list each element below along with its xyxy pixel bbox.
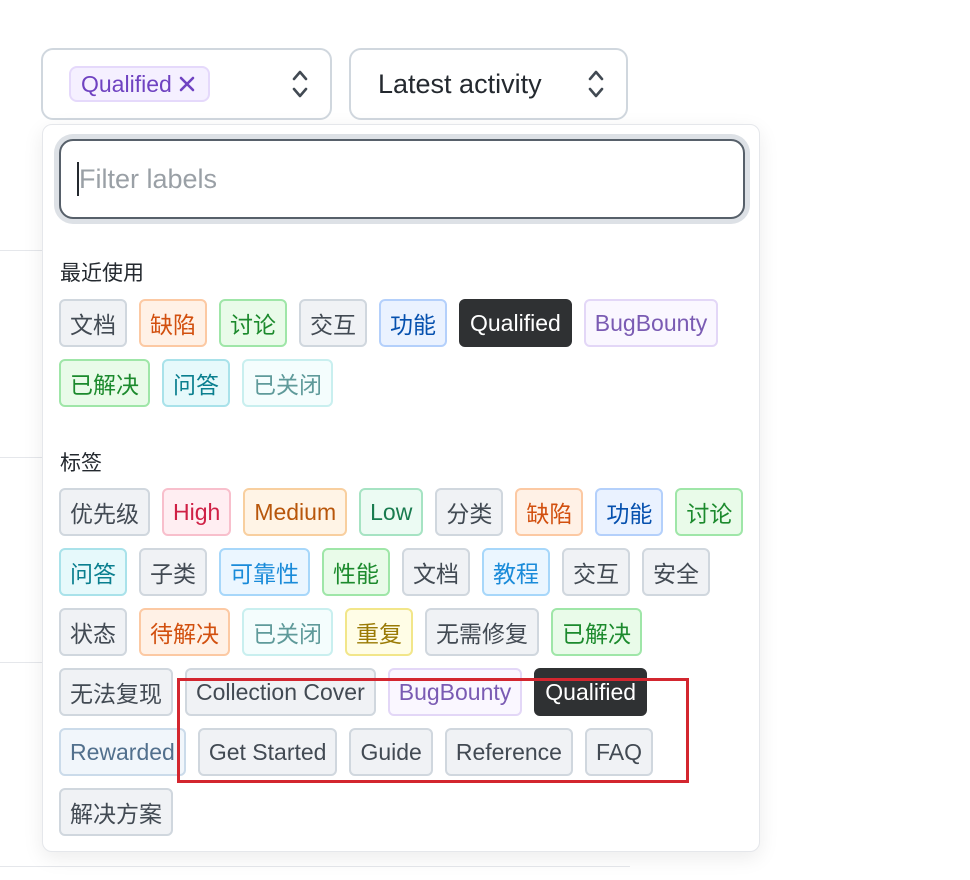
background-divider [0,457,42,458]
up-down-arrows-icon [292,69,308,99]
label-tag[interactable]: 可靠性 [219,548,310,596]
label-tag[interactable]: 交互 [562,548,630,596]
label-tag[interactable]: 已解决 [59,359,150,407]
recent-labels: 文档 缺陷 讨论 交互 功能 Qualified BugBounty 已解决 问答 已关闭 [59,299,749,407]
filter-labels-input[interactable] [59,139,745,219]
label-tag[interactable]: 文档 [402,548,470,596]
background-divider [0,250,42,251]
label-tag[interactable]: 分类 [435,488,504,536]
label-tag[interactable]: 文档 [59,299,127,347]
label-tag[interactable]: 状态 [59,608,127,656]
label-tag[interactable]: 已关闭 [242,608,333,656]
label-tag[interactable]: 功能 [595,488,664,536]
label-tag[interactable]: Get Started [197,728,338,776]
sort-select[interactable]: Latest activity [349,48,628,120]
label-tag[interactable]: 优先级 [59,488,150,536]
label-tag[interactable]: 缺陷 [515,488,584,536]
label-tag[interactable]: 性能 [322,548,390,596]
label-tag[interactable]: Reference [444,728,573,776]
x-icon[interactable] [178,75,196,93]
label-tag[interactable]: 待解决 [139,608,230,656]
labels-section-title: 标签 [60,452,102,475]
label-tag[interactable]: Guide [349,728,433,776]
label-tag[interactable]: FAQ [584,728,653,776]
selected-label-text: Qualified [81,70,172,97]
label-tag[interactable]: High [162,488,232,536]
label-tag[interactable]: 已解决 [551,608,642,656]
up-down-arrows-icon [588,69,604,99]
text-caret [77,162,79,196]
label-tag[interactable]: 无需修复 [425,608,539,656]
label-tag[interactable]: 安全 [642,548,710,596]
all-labels: 优先级 High Medium Low 分类 缺陷 功能 讨论问答 子类 可靠性 性能 文档 教程 交互安… [59,488,749,836]
label-tag[interactable]: 重复 [345,608,413,656]
recent-section-title: 最近使用 [60,262,144,285]
background-divider [0,866,630,867]
label-tag[interactable]: Qualified [459,299,572,347]
label-tag[interactable]: 讨论 [675,488,744,536]
label-tag[interactable]: 缺陷 [139,299,207,347]
label-tag[interactable]: 已关闭 [242,359,333,407]
label-tag[interactable]: 无法复现 [59,668,173,716]
label-tag[interactable]: Collection Cover [185,668,376,716]
label-tag[interactable]: 问答 [162,359,230,407]
label-tag[interactable]: Rewarded [59,728,186,776]
label-tag[interactable]: Qualified [534,668,648,716]
label-tag[interactable]: Low [359,488,424,536]
label-tag[interactable]: 讨论 [219,299,287,347]
label-tag[interactable]: Medium [243,488,348,536]
label-dropdown: 最近使用 文档缺陷讨论交互功能QualifiedBugBounty已解决问答已关… [42,124,760,852]
background-divider [0,662,42,663]
label-tag[interactable]: BugBounty [583,299,719,347]
label-tag[interactable]: 解决方案 [59,788,173,836]
label-tag[interactable]: BugBounty [387,668,523,716]
label-filter-select[interactable]: Qualified [41,48,332,120]
label-tag[interactable]: 问答 [59,548,127,596]
label-tag[interactable]: 教程 [482,548,550,596]
sort-value: Latest activity [378,68,542,99]
selected-label-chip: Qualified [69,66,210,102]
label-tag[interactable]: 交互 [299,299,367,347]
label-tag[interactable]: 功能 [379,299,447,347]
label-tag[interactable]: 子类 [139,548,207,596]
